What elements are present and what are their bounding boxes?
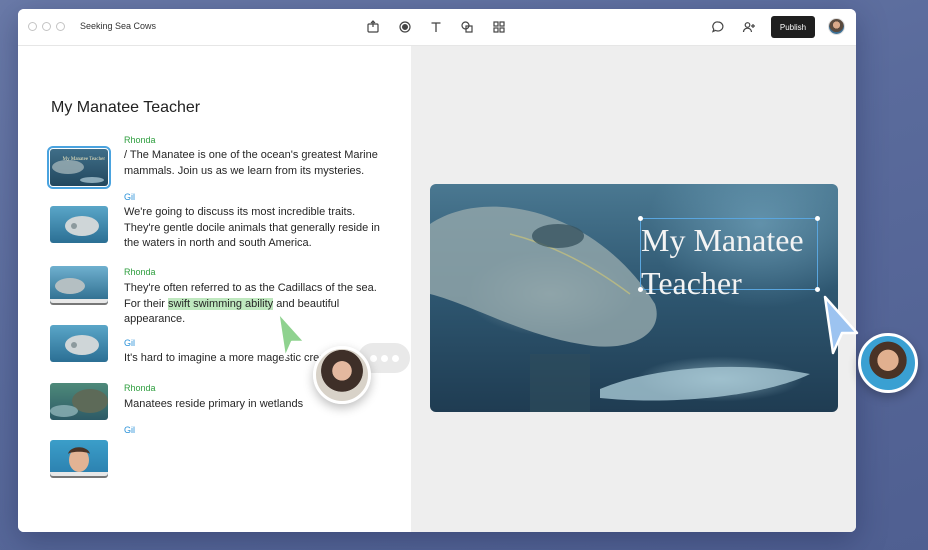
script-text[interactable]: / The Manatee is one of the ocean's grea… <box>124 148 386 179</box>
comment-icon[interactable] <box>709 18 727 36</box>
close-window-button[interactable] <box>28 22 37 31</box>
slide-preview[interactable]: My Manatee Teacher <box>430 184 838 412</box>
resize-handle[interactable] <box>638 287 643 292</box>
collaborator-avatar-rhonda[interactable] <box>313 346 371 404</box>
script-text[interactable]: They're often referred to as the Cadilla… <box>124 281 386 328</box>
record-icon[interactable] <box>396 18 414 36</box>
collaborator-avatar-gil[interactable] <box>858 333 918 393</box>
title-bar: Seeking Sea Cows Publish <box>18 9 856 46</box>
shapes-icon[interactable] <box>458 18 476 36</box>
user-avatar[interactable] <box>828 18 845 35</box>
speaker-label: Gil <box>124 338 135 348</box>
resize-handle[interactable] <box>638 216 643 221</box>
slide-title-textbox[interactable]: My Manatee Teacher <box>638 216 820 301</box>
highlighted-text[interactable]: swift swimming ability <box>168 297 274 310</box>
script-panel: My Manatee Teacher My Manatee Teacher Rh… <box>18 46 411 532</box>
scene-thumbnail[interactable] <box>50 440 108 476</box>
resize-handle[interactable] <box>815 216 820 221</box>
speaker-label: Rhonda <box>124 267 156 277</box>
collaborator-cursor-green-icon <box>276 310 307 360</box>
window-controls <box>28 22 65 31</box>
slide-title-line: Teacher <box>641 265 742 301</box>
manatee-thumbnail-image <box>65 216 99 236</box>
app-window: Seeking Sea Cows Publish My Manatee Teac… <box>18 9 856 532</box>
text-icon[interactable] <box>427 18 445 36</box>
thumbnail-title: My Manatee Teacher <box>62 157 105 162</box>
presenter-thumbnail-image <box>50 447 108 476</box>
scene-thumbnail[interactable] <box>50 325 108 362</box>
minimize-window-button[interactable] <box>42 22 51 31</box>
speaker-label: Rhonda <box>124 135 156 145</box>
collaborator-cursor-blue-icon <box>823 295 859 355</box>
script-text[interactable]: We're going to discuss its most incredib… <box>124 205 386 252</box>
scene-thumbnail[interactable]: My Manatee Teacher <box>47 146 111 189</box>
speaker-label: Gil <box>124 425 135 435</box>
grid-icon[interactable] <box>490 18 508 36</box>
publish-button[interactable]: Publish <box>771 16 815 38</box>
manatee-thumbnail-image <box>52 160 104 183</box>
manatee-thumbnail-image <box>50 278 108 303</box>
resize-handle[interactable] <box>815 287 820 292</box>
wetland-thumbnail-image <box>50 389 108 417</box>
scene-thumbnail[interactable] <box>50 206 108 243</box>
manatee-thumbnail-image <box>65 335 99 355</box>
script-title[interactable]: My Manatee Teacher <box>51 99 200 117</box>
speaker-label: Gil <box>124 192 135 202</box>
add-user-icon[interactable] <box>740 18 758 36</box>
scene-thumbnail[interactable] <box>50 266 108 303</box>
scene-thumbnail[interactable] <box>50 383 108 420</box>
speaker-label: Rhonda <box>124 383 156 393</box>
document-title: Seeking Sea Cows <box>80 21 157 31</box>
maximize-window-button[interactable] <box>56 22 65 31</box>
slide-title-line: My Manatee <box>641 222 804 258</box>
canvas-panel: My Manatee Teacher <box>411 46 856 532</box>
export-icon[interactable] <box>364 18 382 36</box>
